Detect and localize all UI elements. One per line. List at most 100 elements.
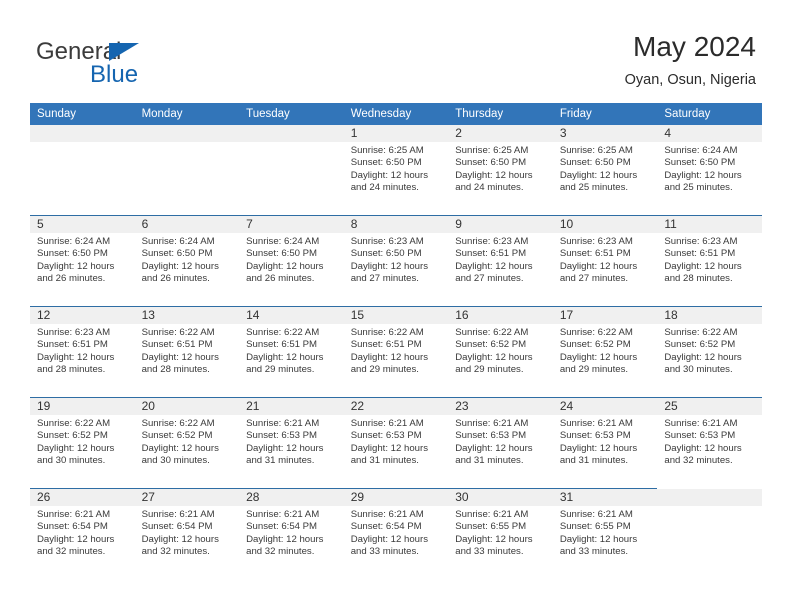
calendar-day-cell[interactable]: 20 Sunrise: 6:22 AM Sunset: 6:52 PM Dayligh… xyxy=(134,397,240,489)
calendar-day-cell[interactable]: 1 Sunrise: 6:25 AM Sunset: 6:50 PM Daylight… xyxy=(343,125,449,216)
sunset-text: Sunset: 6:50 PM xyxy=(559,157,631,169)
brand-logo[interactable]: General Blue xyxy=(36,38,256,88)
daylight-text-line1: Daylight: 12 hours xyxy=(455,442,533,454)
calendar-day-cell[interactable]: 21 Sunrise: 6:21 AM Sunset: 6:53 PM Dayligh… xyxy=(239,397,344,489)
day-details: Sunrise: 6:21 AM Sunset: 6:55 PM Daylight:… xyxy=(553,506,658,559)
day-details: Sunrise: 6:22 AM Sunset: 6:52 PM Daylight:… xyxy=(553,324,658,377)
daylight-text-line2: and 29 minutes. xyxy=(350,364,419,376)
day-number: 16 xyxy=(448,307,553,324)
day-details: Sunrise: 6:23 AM Sunset: 6:51 PM Daylight:… xyxy=(657,233,762,286)
calendar-day-cell[interactable]: 8 Sunrise: 6:23 AM Sunset: 6:50 PM Daylight… xyxy=(343,215,449,307)
calendar-day-cell[interactable]: 29 Sunrise: 6:21 AM Sunset: 6:54 PM Dayligh… xyxy=(343,488,449,579)
calendar-day-cell[interactable]: 12 Sunrise: 6:23 AM Sunset: 6:51 PM Dayligh… xyxy=(30,306,135,398)
daylight-text-line2: and 31 minutes. xyxy=(246,455,315,467)
calendar-day-cell[interactable]: 22 Sunrise: 6:21 AM Sunset: 6:53 PM Dayligh… xyxy=(343,397,449,489)
sunrise-text: Sunrise: 6:21 AM xyxy=(350,509,424,520)
day-number: 5 xyxy=(30,216,135,233)
calendar-day-cell[interactable]: 24 Sunrise: 6:21 AM Sunset: 6:53 PM Dayligh… xyxy=(552,397,658,489)
daylight-text-line2: and 26 minutes. xyxy=(246,273,315,285)
calendar-day-cell[interactable]: 5 Sunrise: 6:24 AM Sunset: 6:50 PM Daylight… xyxy=(30,215,135,307)
calendar-day-cell[interactable]: 16 Sunrise: 6:22 AM Sunset: 6:52 PM Dayligh… xyxy=(448,306,553,398)
weekday-header-row: Sunday Monday Tuesday Wednesday Thursday… xyxy=(30,103,762,125)
day-number: 10 xyxy=(552,216,658,233)
day-number xyxy=(30,125,135,142)
sunrise-text: Sunrise: 6:25 AM xyxy=(559,145,633,156)
sunrise-text: Sunrise: 6:23 AM xyxy=(664,236,738,247)
daylight-text-line1: Daylight: 12 hours xyxy=(246,533,324,545)
day-number: 13 xyxy=(134,307,240,324)
sunrise-text: Sunrise: 6:23 AM xyxy=(37,327,111,338)
sunset-text: Sunset: 6:50 PM xyxy=(141,248,213,260)
sunrise-text: Sunrise: 6:24 AM xyxy=(141,236,215,247)
sunset-text: Sunset: 6:53 PM xyxy=(664,430,736,442)
day-number: 11 xyxy=(657,216,762,233)
calendar-day-cell[interactable]: 27 Sunrise: 6:21 AM Sunset: 6:54 PM Dayligh… xyxy=(134,488,240,579)
day-number: 21 xyxy=(239,398,344,415)
calendar-day-cell[interactable]: 17 Sunrise: 6:22 AM Sunset: 6:52 PM Dayligh… xyxy=(552,306,658,398)
daylight-text-line1: Daylight: 12 hours xyxy=(559,169,638,181)
daylight-text-line1: Daylight: 12 hours xyxy=(37,442,115,454)
calendar-day-cell-empty xyxy=(657,488,762,579)
sunrise-text: Sunrise: 6:22 AM xyxy=(246,327,320,338)
day-details: Sunrise: 6:22 AM Sunset: 6:51 PM Daylight:… xyxy=(239,324,344,377)
calendar-day-cell[interactable]: 10 Sunrise: 6:23 AM Sunset: 6:51 PM Dayligh… xyxy=(552,215,658,307)
calendar-day-cell[interactable]: 31 Sunrise: 6:21 AM Sunset: 6:55 PM Dayligh… xyxy=(552,488,658,579)
daylight-text-line2: and 33 minutes. xyxy=(559,546,629,558)
sunrise-text: Sunrise: 6:22 AM xyxy=(559,327,633,338)
day-number xyxy=(239,125,344,142)
day-details: Sunrise: 6:23 AM Sunset: 6:50 PM Daylight:… xyxy=(344,233,449,286)
sunrise-text: Sunrise: 6:21 AM xyxy=(141,509,215,520)
calendar-day-cell[interactable]: 14 Sunrise: 6:22 AM Sunset: 6:51 PM Dayligh… xyxy=(239,306,344,398)
daylight-text-line1: Daylight: 12 hours xyxy=(455,260,533,272)
calendar-day-cell[interactable]: 23 Sunrise: 6:21 AM Sunset: 6:53 PM Dayligh… xyxy=(448,397,553,489)
calendar-day-cell[interactable]: 4 Sunrise: 6:24 AM Sunset: 6:50 PM Daylight… xyxy=(657,125,762,216)
calendar-day-cell[interactable]: 15 Sunrise: 6:22 AM Sunset: 6:51 PM Dayligh… xyxy=(343,306,449,398)
calendar-day-cell[interactable]: 28 Sunrise: 6:21 AM Sunset: 6:54 PM Dayligh… xyxy=(239,488,344,579)
daylight-text-line2: and 32 minutes. xyxy=(664,455,733,467)
day-number: 6 xyxy=(134,216,240,233)
daylight-text-line2: and 31 minutes. xyxy=(350,455,419,467)
day-number: 4 xyxy=(657,125,762,142)
sunrise-text: Sunrise: 6:22 AM xyxy=(350,327,424,338)
calendar-day-cell-empty xyxy=(30,125,135,216)
daylight-text-line1: Daylight: 12 hours xyxy=(350,533,429,545)
day-number: 7 xyxy=(239,216,344,233)
day-details: Sunrise: 6:21 AM Sunset: 6:53 PM Daylight:… xyxy=(553,415,658,468)
daylight-text-line2: and 27 minutes. xyxy=(455,273,524,285)
day-number: 3 xyxy=(552,125,658,142)
daylight-text-line1: Daylight: 12 hours xyxy=(37,260,115,272)
sunset-text: Sunset: 6:55 PM xyxy=(455,521,527,533)
calendar-day-cell[interactable]: 30 Sunrise: 6:21 AM Sunset: 6:55 PM Dayligh… xyxy=(448,488,553,579)
calendar-day-cell[interactable]: 2 Sunrise: 6:25 AM Sunset: 6:50 PM Daylight… xyxy=(448,125,553,216)
daylight-text-line1: Daylight: 12 hours xyxy=(350,169,429,181)
calendar-day-cell[interactable]: 6 Sunrise: 6:24 AM Sunset: 6:50 PM Daylight… xyxy=(134,215,240,307)
daylight-text-line2: and 33 minutes. xyxy=(455,546,524,558)
day-number: 30 xyxy=(448,489,553,506)
calendar-day-cell[interactable]: 13 Sunrise: 6:22 AM Sunset: 6:51 PM Dayligh… xyxy=(134,306,240,398)
calendar-day-cell-empty xyxy=(134,125,240,216)
calendar-day-cell[interactable]: 11 Sunrise: 6:23 AM Sunset: 6:51 PM Dayligh… xyxy=(657,215,762,307)
daylight-text-line1: Daylight: 12 hours xyxy=(246,351,324,363)
day-details: Sunrise: 6:25 AM Sunset: 6:50 PM Daylight:… xyxy=(344,142,449,195)
calendar-day-cell[interactable]: 18 Sunrise: 6:22 AM Sunset: 6:52 PM Dayligh… xyxy=(657,306,762,398)
calendar-day-cell[interactable]: 9 Sunrise: 6:23 AM Sunset: 6:51 PM Daylight… xyxy=(448,215,553,307)
day-number: 15 xyxy=(343,307,449,324)
day-number: 17 xyxy=(552,307,658,324)
calendar-day-cell[interactable]: 7 Sunrise: 6:24 AM Sunset: 6:50 PM Daylight… xyxy=(239,215,344,307)
day-details: Sunrise: 6:21 AM Sunset: 6:53 PM Daylight:… xyxy=(344,415,449,468)
day-number: 26 xyxy=(30,489,135,506)
calendar-day-cell[interactable]: 25 Sunrise: 6:21 AM Sunset: 6:53 PM Dayligh… xyxy=(657,397,762,489)
daylight-text-line2: and 33 minutes. xyxy=(350,546,419,558)
day-number: 18 xyxy=(657,307,762,324)
page-header: General Blue May 2024 Oyan, Osun, Nigeri… xyxy=(0,0,792,103)
sunset-text: Sunset: 6:50 PM xyxy=(246,248,318,260)
day-details: Sunrise: 6:21 AM Sunset: 6:53 PM Daylight:… xyxy=(239,415,344,468)
sunrise-text: Sunrise: 6:24 AM xyxy=(37,236,111,247)
sunset-text: Sunset: 6:51 PM xyxy=(37,339,108,351)
sunset-text: Sunset: 6:52 PM xyxy=(37,430,108,442)
calendar-day-cell[interactable]: 26 Sunrise: 6:21 AM Sunset: 6:54 PM Dayligh… xyxy=(30,488,135,579)
sunrise-text: Sunrise: 6:23 AM xyxy=(559,236,633,247)
sunrise-text: Sunrise: 6:22 AM xyxy=(37,418,111,429)
calendar-day-cell[interactable]: 3 Sunrise: 6:25 AM Sunset: 6:50 PM Daylight… xyxy=(552,125,658,216)
calendar-day-cell[interactable]: 19 Sunrise: 6:22 AM Sunset: 6:52 PM Dayligh… xyxy=(30,397,135,489)
